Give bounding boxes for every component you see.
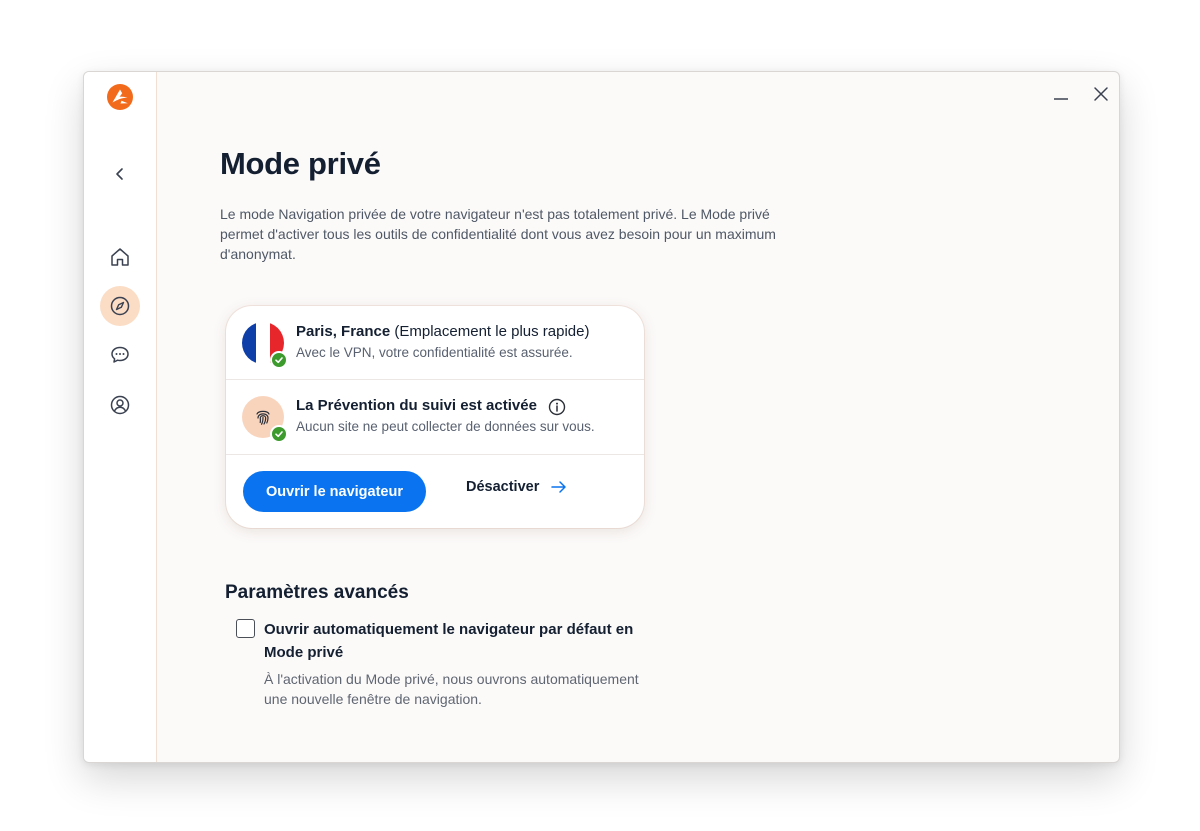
- private-mode-card: Paris, France (Emplacement le plus rapid…: [226, 306, 644, 528]
- back-button[interactable]: [100, 154, 140, 194]
- vpn-location: Paris, France (Emplacement le plus rapid…: [296, 323, 590, 340]
- chat-bubble-icon: [111, 346, 129, 363]
- check-icon: [270, 351, 288, 369]
- auto-open-browser-description: À l'activation du Mode privé, nous ouvro…: [264, 671, 639, 707]
- deactivate-label: Désactiver: [466, 479, 540, 495]
- app-window: Mode privé Le mode Navigation privée de …: [83, 71, 1120, 763]
- tracking-title: La Prévention du suivi est activée: [296, 397, 537, 414]
- page-title: Mode privé: [220, 146, 381, 181]
- vpn-status-row: Paris, France (Emplacement le plus rapid…: [226, 306, 644, 380]
- user-circle-icon: [110, 395, 130, 415]
- deactivate-button[interactable]: Désactiver: [466, 479, 567, 495]
- avast-logo-icon: [106, 83, 134, 111]
- vpn-subtitle: Avec le VPN, votre confidentialité est a…: [296, 345, 573, 360]
- home-icon: [111, 248, 129, 266]
- sidebar-item-account[interactable]: [100, 385, 140, 425]
- chevron-left-icon: [116, 168, 123, 180]
- main-content: Mode privé Le mode Navigation privée de …: [158, 72, 1119, 762]
- arrow-right-icon: [551, 481, 567, 493]
- auto-open-browser-checkbox[interactable]: [236, 619, 255, 638]
- tracking-status-row: La Prévention du suivi est activée Aucun…: [226, 380, 644, 455]
- open-browser-button[interactable]: Ouvrir le navigateur: [243, 471, 426, 512]
- sidebar-item-privacy[interactable]: [100, 286, 140, 326]
- sidebar-item-home[interactable]: [100, 237, 140, 277]
- auto-open-browser-label[interactable]: Ouvrir automatiquement le navigateur par…: [264, 618, 664, 664]
- page-description: Le mode Navigation privée de votre navig…: [220, 206, 776, 262]
- card-actions: Ouvrir le navigateur Désactiver: [226, 455, 644, 528]
- sidebar-item-messages[interactable]: [100, 335, 140, 375]
- info-icon[interactable]: [548, 398, 566, 416]
- tracking-subtitle: Aucun site ne peut collecter de données …: [296, 419, 595, 434]
- compass-icon: [110, 296, 130, 316]
- check-icon: [270, 425, 288, 443]
- advanced-settings-title: Paramètres avancés: [225, 582, 409, 603]
- sidebar: [84, 72, 157, 762]
